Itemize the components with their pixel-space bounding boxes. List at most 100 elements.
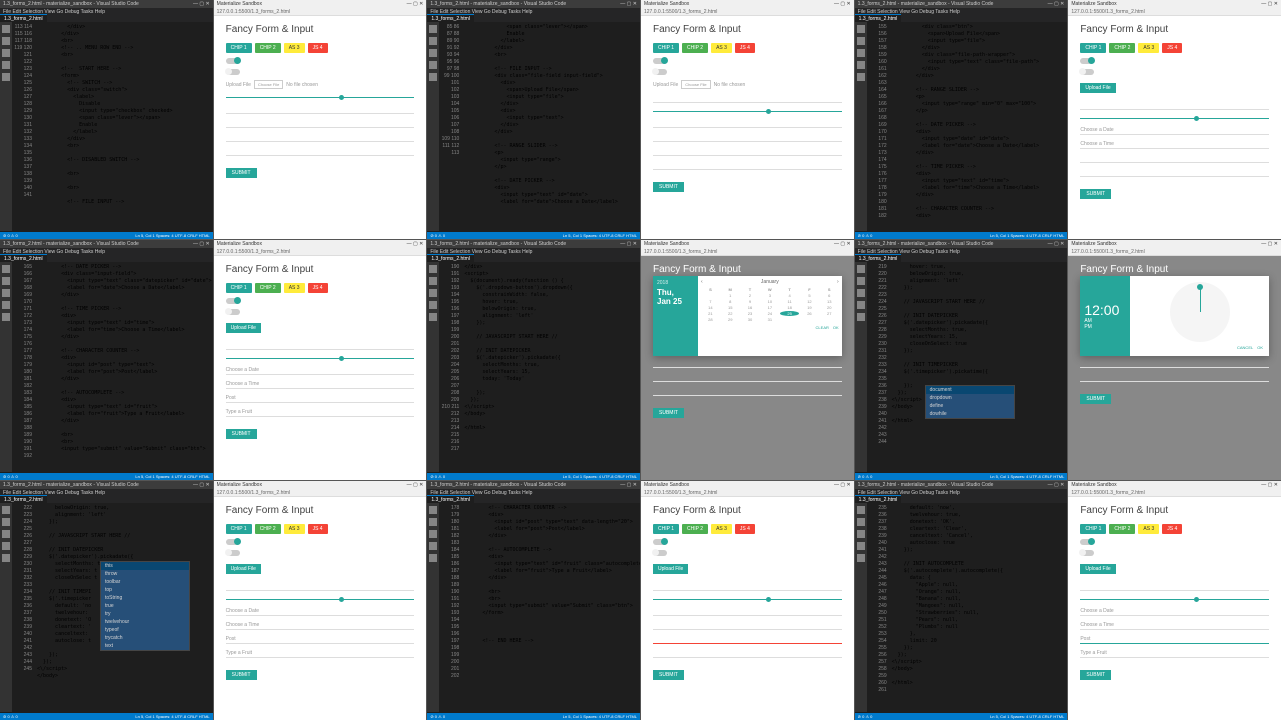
git-icon[interactable] [2, 289, 10, 297]
files-icon[interactable] [429, 265, 437, 273]
code-content[interactable]: </div> </div> <br> <!-- .. MENU ROW END … [34, 22, 213, 231]
submit-button[interactable]: SUBMIT [1080, 189, 1111, 199]
ac-item[interactable]: typeof [101, 626, 189, 634]
calendar-day[interactable]: 3 [760, 293, 779, 298]
post-input-error[interactable] [653, 636, 842, 644]
editor-tab[interactable]: 1.3_forms_2.html [427, 254, 474, 262]
files-icon[interactable] [429, 25, 437, 33]
post-input-active[interactable]: Post [1080, 636, 1269, 644]
time-input[interactable]: Choose a Time [1080, 622, 1269, 630]
calendar-day[interactable]: 15 [721, 305, 740, 310]
editor-tab[interactable]: 1.3_forms_2.html [855, 14, 902, 22]
file-chooser[interactable]: Choose File [254, 80, 283, 89]
code-content[interactable]: hover: true, belowOrigin: true, alignmen… [889, 262, 1068, 471]
url-bar[interactable]: 127.0.0.1:5500/1.3_forms_2.html [1068, 248, 1281, 256]
extensions-icon[interactable] [429, 73, 437, 81]
calendar-day[interactable]: 22 [721, 311, 740, 316]
ok-button[interactable]: OK [1257, 345, 1263, 350]
switch-on[interactable] [226, 58, 240, 64]
date-input[interactable] [653, 120, 842, 128]
files-icon[interactable] [857, 506, 865, 514]
switch-on[interactable] [226, 539, 240, 545]
ac-item[interactable]: trycatch [101, 634, 189, 642]
fruit-input[interactable] [1080, 169, 1269, 177]
intellisense-popup[interactable]: thisthrowtoolbartoptoStringtruetrytwelve… [100, 561, 190, 651]
activity-bar[interactable] [855, 262, 867, 471]
search-icon[interactable] [2, 277, 10, 285]
vscode-tabbar[interactable]: 1.3_forms_2.html [427, 495, 640, 503]
git-icon[interactable] [429, 49, 437, 57]
activity-bar[interactable] [0, 503, 12, 712]
url-bar[interactable]: 127.0.0.1:5500/1.3_forms_2.html [641, 489, 854, 497]
calendar-grid[interactable]: SMTWTFS123456789101112131415161718192021… [701, 287, 839, 322]
editor-tab[interactable]: 1.3_forms_2.html [0, 254, 47, 262]
file-path-input[interactable] [1080, 102, 1269, 110]
submit-button[interactable]: SUBMIT [1080, 394, 1111, 404]
post-input[interactable] [226, 134, 415, 142]
range-slider[interactable] [1080, 599, 1269, 600]
am-pm-toggle[interactable]: AM PM [1084, 318, 1126, 330]
chip-1[interactable]: CHIP 1 [653, 43, 679, 53]
extensions-icon[interactable] [857, 313, 865, 321]
chip-2[interactable]: CHIP 2 [1109, 524, 1135, 534]
ac-item[interactable]: twelvehour [101, 618, 189, 626]
vscode-tabbar[interactable]: 1.3_forms_2.html [427, 254, 640, 262]
files-icon[interactable] [2, 506, 10, 514]
status-bar[interactable]: ⊘ 0 ⚠ 0Ln 5, Col 1 Spaces: 4 UTF-8 CRLF … [855, 713, 1068, 720]
window-controls[interactable]: — ▢ ✕ [834, 482, 851, 488]
status-bar[interactable]: ⊘ 0 ⚠ 0Ln 5, Col 1 Spaces: 4 UTF-8 CRLF … [855, 473, 1068, 480]
files-icon[interactable] [429, 506, 437, 514]
status-bar[interactable]: ⊘ 0 ⚠ 0Ln 5, Col 1 Spaces: 4 UTF-8 CRLF … [427, 232, 640, 239]
file-path-input[interactable] [226, 583, 415, 591]
chip-3[interactable]: AS 3 [711, 43, 732, 53]
clock-digits[interactable]: 12:00 [1084, 302, 1126, 318]
clear-button[interactable]: CLEAR [816, 325, 829, 330]
calendar-day[interactable]: 8 [721, 299, 740, 304]
window-controls[interactable]: — ▢ ✕ [193, 241, 210, 247]
editor-tab[interactable]: 1.3_forms_2.html [855, 254, 902, 262]
window-controls[interactable]: — ▢ ✕ [620, 1, 637, 7]
switch-off[interactable] [653, 69, 667, 75]
status-bar[interactable]: ⊘ 0 ⚠ 0Ln 5, Col 1 Spaces: 4 UTF-8 CRLF … [0, 713, 213, 720]
extensions-icon[interactable] [857, 73, 865, 81]
calendar-day[interactable]: 20 [820, 305, 839, 310]
intellisense-popup[interactable]: document dropdown define dowhile [925, 385, 1015, 419]
chip-2[interactable]: CHIP 2 [255, 283, 281, 293]
window-controls[interactable]: — ▢ ✕ [407, 241, 424, 247]
fruit-input[interactable] [653, 388, 842, 396]
calendar-day[interactable]: 30 [741, 317, 760, 322]
search-icon[interactable] [857, 37, 865, 45]
vscode-tabbar[interactable]: 1.3_forms_2.html [427, 14, 640, 22]
calendar-day[interactable]: 31 [760, 317, 779, 322]
fruit-input[interactable]: Type a Fruit [1080, 650, 1269, 658]
switch-on[interactable] [653, 58, 667, 64]
vscode-tabbar[interactable]: 1.3_forms_2.html [0, 14, 213, 22]
search-icon[interactable] [429, 277, 437, 285]
window-controls[interactable]: — ▢ ✕ [834, 1, 851, 7]
vscode-tabbar[interactable]: 1.3_forms_2.html [0, 495, 213, 503]
git-icon[interactable] [857, 530, 865, 538]
ac-item[interactable]: dropdown [926, 394, 1014, 402]
editor-tab[interactable]: 1.3_forms_2.html [427, 495, 474, 503]
calendar-day[interactable]: 21 [701, 311, 720, 316]
switch-off[interactable] [226, 69, 240, 75]
url-bar[interactable]: 127.0.0.1:5500/1.3_forms_2.html [214, 8, 427, 16]
range-slider[interactable] [226, 97, 415, 98]
submit-button[interactable]: SUBMIT [226, 670, 257, 680]
clock-handle[interactable] [1197, 284, 1203, 290]
code-content[interactable]: </div> <script> $(document).ready(functi… [461, 262, 640, 471]
chip-4[interactable]: JS 4 [308, 43, 328, 53]
chip-2[interactable]: CHIP 2 [1109, 43, 1135, 53]
submit-button[interactable]: SUBMIT [1080, 670, 1111, 680]
chip-1[interactable]: CHIP 1 [1080, 43, 1106, 53]
ac-item[interactable]: text [101, 642, 189, 650]
chip-2[interactable]: CHIP 2 [682, 43, 708, 53]
clock-hand[interactable] [1200, 287, 1201, 312]
search-icon[interactable] [857, 518, 865, 526]
chip-2[interactable]: CHIP 2 [255, 524, 281, 534]
debug-icon[interactable] [2, 61, 10, 69]
range-slider[interactable] [226, 358, 415, 359]
calendar-day[interactable]: 18 [780, 305, 799, 310]
debug-icon[interactable] [2, 301, 10, 309]
extensions-icon[interactable] [429, 554, 437, 562]
